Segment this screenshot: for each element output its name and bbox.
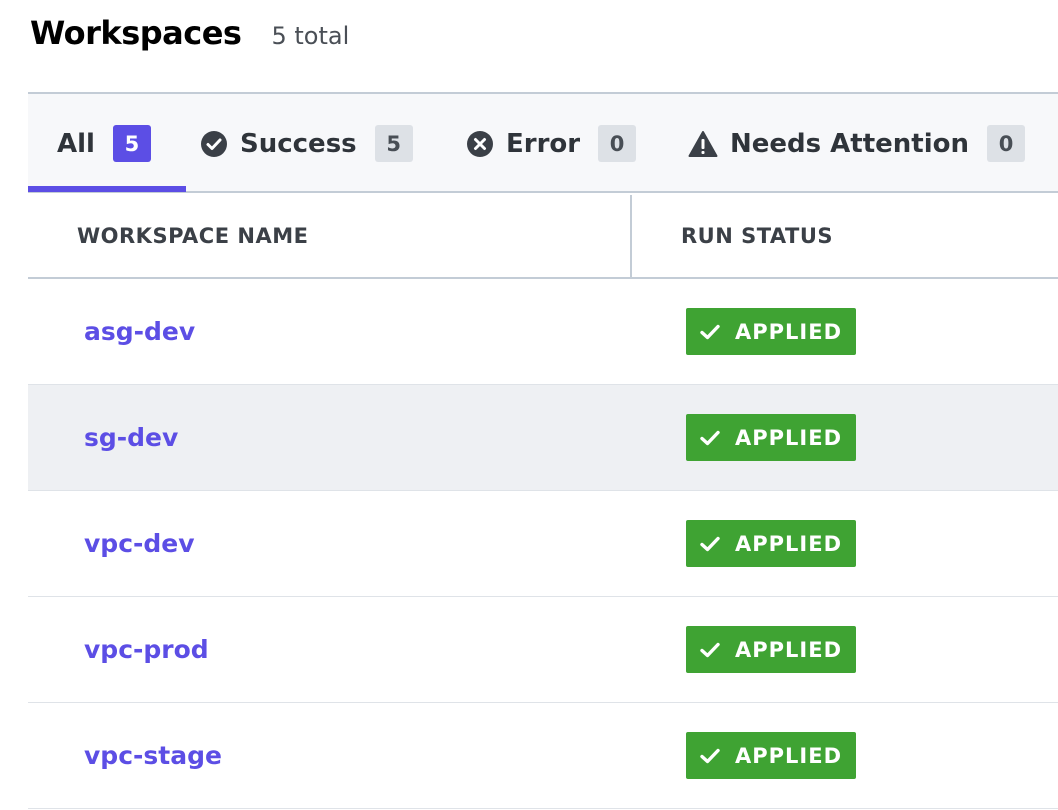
column-header-run-status[interactable]: RUN STATUS xyxy=(632,195,833,277)
table-row[interactable]: vpc-dev APPLIED xyxy=(28,491,1058,597)
status-badge-label: APPLIED xyxy=(735,637,843,662)
status-badge-label: APPLIED xyxy=(735,425,843,450)
workspaces-table: WORKSPACE NAME RUN STATUS asg-dev APPLIE… xyxy=(28,195,1058,809)
x-circle-icon xyxy=(466,130,494,158)
status-badge: APPLIED xyxy=(686,520,856,567)
status-badge: APPLIED xyxy=(686,414,856,461)
column-header-workspace-name[interactable]: WORKSPACE NAME xyxy=(28,195,632,277)
workspace-total-count: 5 total xyxy=(271,22,350,50)
tab-needs-attention-count-badge: 0 xyxy=(987,125,1026,162)
tab-success-count-badge: 5 xyxy=(374,125,413,162)
status-filter-tabs: All 5 Success 5 Error 0 Needs Attention … xyxy=(28,92,1058,193)
tab-error[interactable]: Error 0 xyxy=(466,94,637,193)
table-row[interactable]: vpc-stage APPLIED xyxy=(28,703,1058,809)
warning-triangle-icon xyxy=(688,130,718,158)
status-badge-label: APPLIED xyxy=(735,531,843,556)
table-row[interactable]: asg-dev APPLIED xyxy=(28,279,1058,385)
workspace-link[interactable]: sg-dev xyxy=(84,423,178,452)
page-header: Workspaces 5 total xyxy=(30,14,349,52)
tab-success-label: Success xyxy=(240,128,357,159)
tab-error-count-badge: 0 xyxy=(598,125,637,162)
check-icon xyxy=(700,430,720,446)
status-badge: APPLIED xyxy=(686,308,856,355)
check-icon xyxy=(700,324,720,340)
tab-needs-attention[interactable]: Needs Attention 0 xyxy=(688,94,1026,193)
check-icon xyxy=(700,536,720,552)
tab-all-count-badge: 5 xyxy=(112,125,151,162)
workspace-link[interactable]: vpc-stage xyxy=(84,741,222,770)
tab-all[interactable]: All 5 xyxy=(28,94,186,193)
workspace-link[interactable]: vpc-prod xyxy=(84,635,209,664)
check-icon xyxy=(700,642,720,658)
table-header: WORKSPACE NAME RUN STATUS xyxy=(28,195,1058,279)
status-badge: APPLIED xyxy=(686,732,856,779)
page-title: Workspaces xyxy=(30,14,242,52)
table-row[interactable]: sg-dev APPLIED xyxy=(28,385,1058,491)
tab-needs-attention-label: Needs Attention xyxy=(730,128,970,159)
table-row[interactable]: vpc-prod APPLIED xyxy=(28,597,1058,703)
status-badge: APPLIED xyxy=(686,626,856,673)
tab-error-label: Error xyxy=(506,128,581,159)
check-circle-icon xyxy=(200,130,228,158)
tab-success[interactable]: Success 5 xyxy=(200,94,413,193)
status-badge-label: APPLIED xyxy=(735,319,843,344)
check-icon xyxy=(700,748,720,764)
active-tab-indicator xyxy=(28,186,186,192)
tab-all-label: All xyxy=(57,128,95,159)
workspace-link[interactable]: asg-dev xyxy=(84,317,195,346)
status-badge-label: APPLIED xyxy=(735,743,843,768)
workspace-link[interactable]: vpc-dev xyxy=(84,529,195,558)
